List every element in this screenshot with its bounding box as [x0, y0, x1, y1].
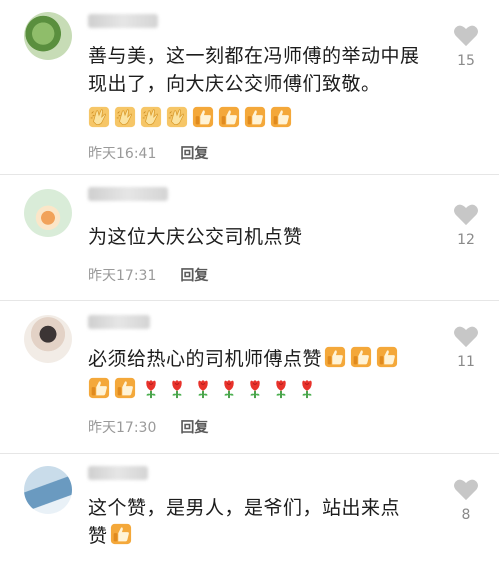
heart-icon — [453, 478, 479, 501]
comment-text: 必须给热心的司机师傅点赞 — [88, 345, 433, 373]
thumbs-up-icon — [270, 106, 292, 128]
comment-time: 昨天16:41 — [88, 146, 157, 162]
like-count: 8 — [461, 507, 471, 523]
comment-text: 为这位大庆公交司机点赞 — [88, 226, 303, 248]
rose-icon — [166, 377, 188, 399]
rose-icon — [140, 377, 162, 399]
comment-text-content: 必须给热心的司机师傅点赞 — [88, 348, 323, 370]
rose-icon — [296, 377, 318, 399]
username-blurred[interactable] — [88, 466, 148, 480]
thumbs-up-icon — [192, 106, 214, 128]
clap-icon — [114, 106, 136, 128]
comment-text-line: 赞 — [88, 525, 108, 547]
emoji-inline — [324, 346, 398, 368]
thumbs-up-icon — [324, 346, 346, 368]
comment-meta: 昨天17:31 回复 — [88, 265, 208, 285]
like-count: 15 — [457, 53, 475, 69]
rose-icon — [218, 377, 240, 399]
comment-item: 这个赞，是男人，是爷们，站出来点 赞 8 — [0, 454, 499, 561]
reply-button[interactable]: 回复 — [180, 265, 208, 285]
reply-button[interactable]: 回复 — [180, 417, 208, 437]
thumbs-up-icon — [350, 346, 372, 368]
comment-item: 善与美，这一刻都在冯师傅的举动中展现出了，向大庆公交师傅们致敬。 昨天16:41… — [0, 0, 499, 172]
thumbs-up-icon — [244, 106, 266, 128]
rose-icon — [192, 377, 214, 399]
clap-icon — [166, 106, 188, 128]
avatar[interactable] — [24, 12, 72, 60]
comment-item: 为这位大庆公交司机点赞 昨天17:31 回复 12 — [0, 175, 499, 300]
comment-meta: 昨天16:41 回复 — [88, 143, 208, 163]
like-button[interactable]: 15 — [448, 24, 484, 69]
comment-item: 必须给热心的司机师傅点赞 昨天17:30 回复 11 — [0, 301, 499, 453]
rose-icon — [244, 377, 266, 399]
username-blurred[interactable] — [88, 14, 158, 28]
emoji-row — [88, 377, 318, 399]
rose-icon — [270, 377, 292, 399]
clap-icon — [140, 106, 162, 128]
avatar[interactable] — [24, 466, 72, 514]
comment-text-line: 这个赞，是男人，是爷们，站出来点 — [88, 497, 401, 519]
like-count: 11 — [457, 354, 475, 370]
thumbs-up-icon — [88, 377, 110, 399]
comment-meta: 昨天17:30 回复 — [88, 417, 208, 437]
thumbs-up-icon — [110, 523, 132, 545]
like-button[interactable]: 11 — [448, 325, 484, 370]
thumbs-up-icon — [218, 106, 240, 128]
heart-icon — [453, 203, 479, 226]
comment-time: 昨天17:31 — [88, 268, 157, 284]
comment-text: 善与美，这一刻都在冯师傅的举动中展现出了，向大庆公交师傅们致敬。 — [88, 45, 420, 95]
reply-button[interactable]: 回复 — [180, 143, 208, 163]
avatar[interactable] — [24, 189, 72, 237]
emoji-row — [88, 106, 292, 128]
username-blurred[interactable] — [88, 187, 168, 201]
heart-icon — [453, 325, 479, 348]
like-count: 12 — [457, 232, 475, 248]
thumbs-up-icon — [376, 346, 398, 368]
clap-icon — [88, 106, 110, 128]
emoji-inline — [110, 523, 132, 545]
like-button[interactable]: 8 — [448, 478, 484, 523]
username-blurred[interactable] — [88, 315, 150, 329]
comment-time: 昨天17:30 — [88, 420, 157, 436]
avatar[interactable] — [24, 315, 72, 363]
comment-text: 这个赞，是男人，是爷们，站出来点 赞 — [88, 494, 433, 550]
thumbs-up-icon — [114, 377, 136, 399]
heart-icon — [453, 24, 479, 47]
like-button[interactable]: 12 — [448, 203, 484, 248]
